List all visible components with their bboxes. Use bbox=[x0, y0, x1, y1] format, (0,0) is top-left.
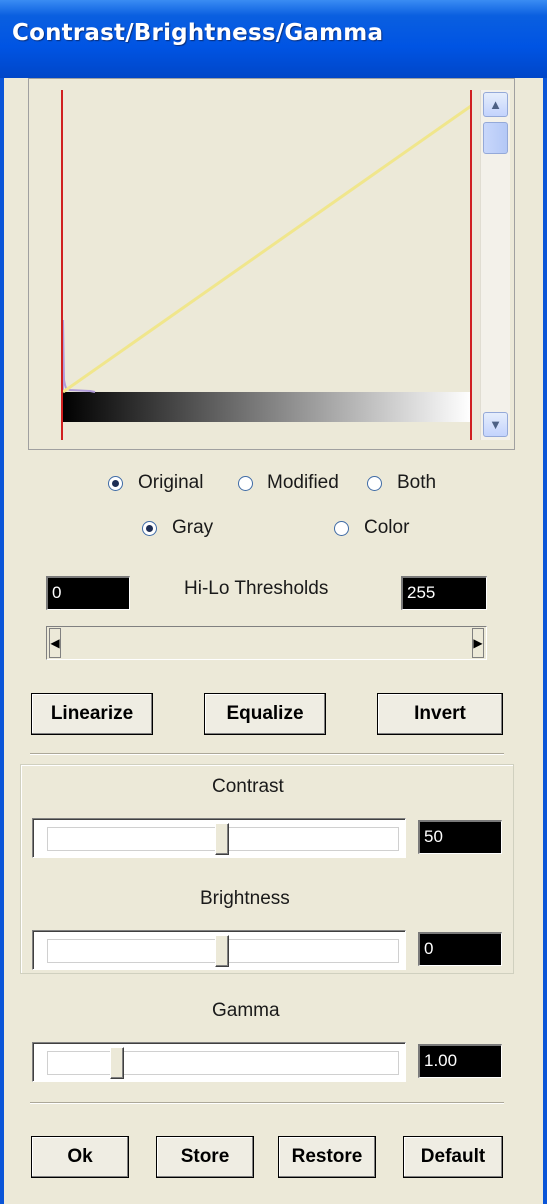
brightness-value-field[interactable]: 0 bbox=[418, 932, 502, 966]
brightness-label: Brightness bbox=[200, 888, 290, 909]
scroll-thumb[interactable] bbox=[483, 122, 508, 154]
contrast-label: Contrast bbox=[212, 776, 284, 797]
invert-button[interactable]: Invert bbox=[377, 693, 503, 735]
restore-button[interactable]: Restore bbox=[278, 1136, 376, 1178]
brightness-slider-track[interactable] bbox=[32, 930, 406, 970]
low-threshold-field[interactable]: 0 bbox=[46, 576, 130, 610]
equalize-button[interactable]: Equalize bbox=[204, 693, 326, 735]
thresholds-label: Hi-Lo Thresholds bbox=[184, 578, 329, 599]
arrow-left-icon[interactable]: ◀ bbox=[49, 628, 61, 658]
ok-button[interactable]: Ok bbox=[31, 1136, 129, 1178]
default-button[interactable]: Default bbox=[403, 1136, 503, 1178]
radio-both-label[interactable]: Both bbox=[397, 472, 436, 494]
chevron-down-icon[interactable]: ▼ bbox=[483, 412, 508, 437]
linearize-button[interactable]: Linearize bbox=[31, 693, 153, 735]
brightness-slider-knob[interactable] bbox=[215, 935, 229, 967]
radio-gray[interactable] bbox=[142, 521, 157, 536]
contrast-slider-knob[interactable] bbox=[215, 823, 229, 855]
chevron-up-icon[interactable]: ▲ bbox=[483, 92, 508, 117]
gamma-slider-groove bbox=[47, 1051, 399, 1075]
gamma-value-field[interactable]: 1.00 bbox=[418, 1044, 502, 1078]
radio-color[interactable] bbox=[334, 521, 349, 536]
radio-modified[interactable] bbox=[238, 476, 253, 491]
window-title: Contrast/Brightness/Gamma bbox=[12, 20, 384, 46]
transfer-curve bbox=[62, 104, 472, 394]
radio-original-label[interactable]: Original bbox=[138, 472, 203, 494]
contrast-slider-track[interactable] bbox=[32, 818, 406, 858]
gamma-slider-track[interactable] bbox=[32, 1042, 406, 1082]
radio-original[interactable] bbox=[108, 476, 123, 491]
histogram-scrollbar[interactable]: ▲ ▼ bbox=[480, 90, 510, 440]
radio-gray-label[interactable]: Gray bbox=[172, 517, 213, 539]
radio-modified-label[interactable]: Modified bbox=[267, 472, 339, 494]
gray-ramp bbox=[62, 392, 471, 422]
gamma-slider-knob[interactable] bbox=[110, 1047, 124, 1079]
window-border-left bbox=[0, 78, 4, 1204]
high-threshold-field[interactable]: 255 bbox=[401, 576, 487, 610]
separator-bottom bbox=[30, 1102, 504, 1104]
separator bbox=[30, 753, 504, 755]
store-button[interactable]: Store bbox=[156, 1136, 254, 1178]
window-border-right bbox=[543, 78, 547, 1204]
gamma-label: Gamma bbox=[212, 1000, 280, 1021]
histogram-plot bbox=[61, 90, 472, 440]
threshold-slider[interactable] bbox=[46, 626, 487, 660]
contrast-value-field[interactable]: 50 bbox=[418, 820, 502, 854]
radio-color-label[interactable]: Color bbox=[364, 517, 409, 539]
radio-both[interactable] bbox=[367, 476, 382, 491]
arrow-right-icon[interactable]: ▶ bbox=[472, 628, 484, 658]
